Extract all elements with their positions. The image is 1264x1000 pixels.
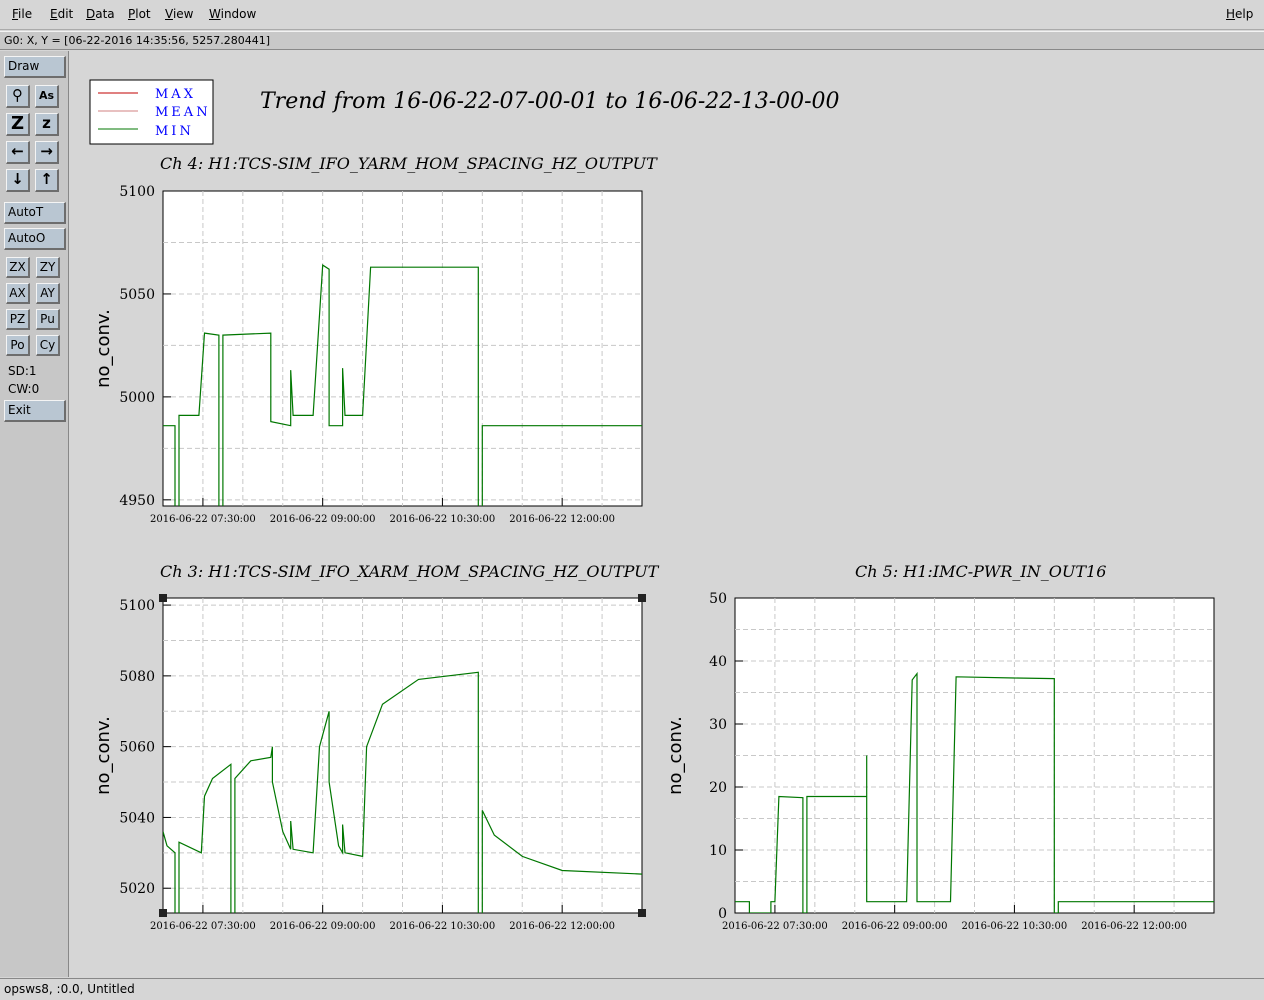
plot-canvas: MAX MEAN MIN Trend from 16-06-22-07-00-0…: [70, 51, 1264, 977]
selection-handle[interactable]: [159, 594, 167, 602]
cw-label: CW:0: [8, 382, 40, 396]
y-tick-label: 4950: [119, 493, 155, 509]
magnify-icon[interactable]: ⚲: [6, 85, 30, 108]
legend-min-label: MIN: [155, 124, 194, 139]
tool-sidebar: Draw ⚲ As Z z ← → ↓ ↑ AutoT AutoO ZX ZY …: [0, 51, 69, 977]
left-arrow-icon[interactable]: ←: [6, 141, 30, 164]
x-tick-label: 2016-06-22 10:30:00: [390, 514, 496, 525]
y-tick-label: 10: [709, 843, 727, 859]
x-tick-label: 2016-06-22 12:00:00: [1081, 921, 1187, 932]
x-tick-label: 2016-06-22 12:00:00: [509, 514, 615, 525]
y-tick-label: 5100: [119, 598, 155, 614]
y-tick-label: 5100: [119, 184, 155, 200]
x-tick-label: 2016-06-22 07:30:00: [150, 514, 256, 525]
x-tick-label: 2016-06-22 10:30:00: [390, 921, 496, 932]
y-axis-label: no_conv.: [93, 716, 114, 795]
y-tick-label: 40: [709, 654, 727, 670]
y-tick-label: 5050: [119, 287, 155, 303]
trend-title: Trend from 16-06-22-07-00-01 to 16-06-22…: [260, 89, 840, 114]
ay-button[interactable]: AY: [36, 283, 60, 304]
menu-data[interactable]: Data: [86, 7, 115, 21]
y-tick-label: 20: [709, 780, 727, 796]
menu-help[interactable]: Help: [1226, 7, 1253, 21]
y-axis-label: no_conv.: [665, 716, 686, 795]
menu-edit[interactable]: Edit: [50, 7, 73, 21]
zy-button[interactable]: ZY: [36, 257, 60, 278]
y-tick-label: 30: [709, 717, 727, 733]
x-tick-label: 2016-06-22 09:00:00: [842, 921, 948, 932]
legend-mean-label: MEAN: [155, 105, 211, 120]
y-tick-label: 5080: [119, 669, 155, 685]
chart-1: Ch 3: H1:TCS-SIM_IFO_XARM_HOM_SPACING_HZ…: [93, 562, 660, 932]
zx-button[interactable]: ZX: [6, 257, 30, 278]
pu-button[interactable]: Pu: [36, 309, 60, 330]
menu-bar: File Edit Data Plot View Window Help: [0, 0, 1264, 30]
y-tick-label: 50: [709, 591, 727, 607]
y-tick-label: 5060: [119, 740, 155, 756]
autot-button[interactable]: AutoT: [4, 202, 66, 224]
menu-plot[interactable]: Plot: [128, 7, 151, 21]
up-arrow-icon[interactable]: ↑: [35, 169, 59, 192]
right-arrow-icon[interactable]: →: [35, 141, 59, 164]
sd-label: SD:1: [8, 364, 37, 378]
x-tick-label: 2016-06-22 09:00:00: [270, 921, 376, 932]
exit-button[interactable]: Exit: [4, 400, 66, 422]
selection-handle[interactable]: [638, 909, 646, 917]
text-size-icon[interactable]: As: [35, 85, 59, 108]
x-tick-label: 2016-06-22 09:00:00: [270, 514, 376, 525]
menu-file[interactable]: File: [12, 7, 32, 21]
legend-max-label: MAX: [155, 87, 196, 102]
y-tick-label: 5020: [119, 881, 155, 897]
y-tick-label: 5000: [119, 390, 155, 406]
down-arrow-icon[interactable]: ↓: [6, 169, 30, 192]
autoo-button[interactable]: AutoO: [4, 228, 66, 250]
chart-title: Ch 5: H1:IMC-PWR_IN_OUT16: [855, 562, 1106, 581]
y-tick-label: 5040: [119, 810, 155, 826]
menu-window[interactable]: Window: [209, 7, 256, 21]
po-button[interactable]: Po: [6, 335, 30, 356]
draw-button[interactable]: Draw: [4, 56, 66, 78]
y-tick-label: 0: [718, 906, 727, 922]
menu-view[interactable]: View: [165, 7, 193, 21]
cy-button[interactable]: Cy: [36, 335, 60, 356]
ax-button[interactable]: AX: [6, 283, 30, 304]
y-axis-label: no_conv.: [93, 309, 114, 388]
x-tick-label: 2016-06-22 10:30:00: [962, 921, 1068, 932]
zoom-in-icon[interactable]: z: [35, 113, 59, 136]
x-tick-label: 2016-06-22 07:30:00: [722, 921, 828, 932]
selection-handle[interactable]: [638, 594, 646, 602]
cursor-status: G0: X, Y = [06-22-2016 14:35:56, 5257.28…: [0, 31, 1264, 50]
x-tick-label: 2016-06-22 07:30:00: [150, 921, 256, 932]
chart-title: Ch 3: H1:TCS-SIM_IFO_XARM_HOM_SPACING_HZ…: [160, 562, 660, 581]
chart-2: Ch 5: H1:IMC-PWR_IN_OUT16 0 10 20 30 40 50 2016…: [665, 562, 1215, 932]
legend-box: MAX MEAN MIN: [89, 79, 214, 145]
zoom-out-icon[interactable]: Z: [6, 113, 30, 136]
selection-handle[interactable]: [159, 909, 167, 917]
pz-button[interactable]: PZ: [6, 309, 30, 330]
chart-0: Ch 4: H1:TCS-SIM_IFO_YARM_HOM_SPACING_HZ…: [93, 154, 658, 525]
window-status-bar: opsws8, :0.0, Untitled: [0, 978, 1264, 1000]
x-tick-label: 2016-06-22 12:00:00: [509, 921, 615, 932]
chart-title: Ch 4: H1:TCS-SIM_IFO_YARM_HOM_SPACING_HZ…: [160, 154, 658, 173]
